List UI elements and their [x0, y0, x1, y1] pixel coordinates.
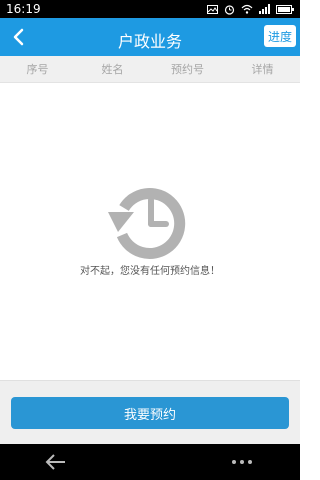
back-arrow-icon[interactable] [44, 452, 68, 472]
system-nav-bar [0, 444, 300, 480]
battery-icon [276, 4, 294, 14]
history-clock-icon [108, 187, 186, 259]
title-bar: 户政业务 进度 [0, 18, 300, 56]
column-header-name: 姓名 [101, 63, 124, 76]
wifi-icon [241, 4, 253, 14]
image-icon [207, 4, 218, 14]
progress-button[interactable]: 进度 [264, 25, 296, 47]
column-header-details: 详情 [251, 63, 274, 76]
page-title: 户政业务 [117, 32, 182, 51]
alarm-icon [224, 4, 235, 15]
column-header-index: 序号 [26, 63, 49, 76]
footer: 我要预约 [0, 380, 300, 445]
more-dots-icon[interactable] [230, 454, 254, 470]
reserve-button[interactable]: 我要预约 [11, 397, 289, 429]
status-time: 16:19 [6, 2, 41, 16]
status-icons [207, 3, 294, 15]
signal-icon [259, 4, 270, 14]
status-bar: 16:19 [0, 0, 300, 18]
table-header: 序号 姓名 预约号 详情 [0, 56, 300, 83]
column-header-reservation-number: 预约号 [171, 63, 204, 76]
empty-message: 对不起，您没有任何预约信息！ [80, 266, 220, 277]
